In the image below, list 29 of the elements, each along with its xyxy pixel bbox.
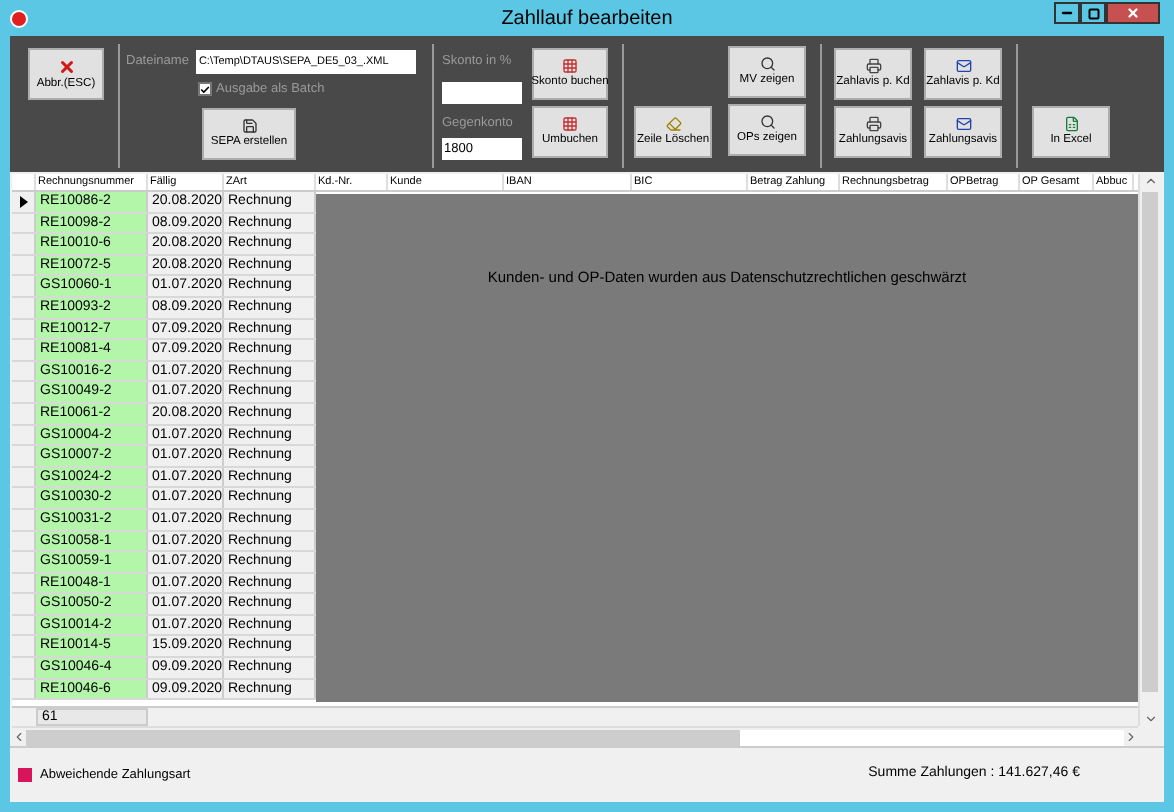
close-icon	[1126, 6, 1140, 20]
skonto-field[interactable]	[442, 81, 522, 104]
minimize-button[interactable]	[1054, 2, 1080, 24]
printer-icon	[865, 116, 881, 132]
envelope-icon	[955, 58, 971, 74]
batch-checkbox[interactable]	[198, 82, 212, 97]
scrollbar-thumb[interactable]	[1142, 192, 1158, 692]
app-icon	[10, 9, 28, 27]
grid-icon	[562, 58, 578, 74]
horizontal-scrollbar[interactable]	[12, 726, 1138, 746]
eraser-icon	[665, 116, 681, 132]
maximize-button[interactable]	[1080, 2, 1106, 24]
scroll-down-icon	[1143, 712, 1157, 726]
scroll-up-icon	[1143, 174, 1157, 188]
search-icon	[759, 56, 775, 72]
minimize-icon	[1060, 6, 1074, 20]
window-title: Zahllauf bearbeiten	[501, 5, 673, 33]
cross-icon	[57, 57, 75, 75]
grid-icon	[562, 116, 578, 132]
spreadsheet-icon	[1063, 116, 1079, 132]
close-button[interactable]	[1106, 2, 1160, 24]
scroll-right-icon	[1124, 730, 1138, 744]
search-icon	[759, 114, 775, 130]
scroll-left-icon	[12, 730, 26, 744]
scrollbar-thumb[interactable]	[26, 729, 740, 745]
vertical-scrollbar[interactable]	[1138, 174, 1160, 726]
printer-icon	[865, 58, 881, 74]
envelope-icon	[955, 116, 971, 132]
maximize-icon	[1087, 7, 1099, 19]
